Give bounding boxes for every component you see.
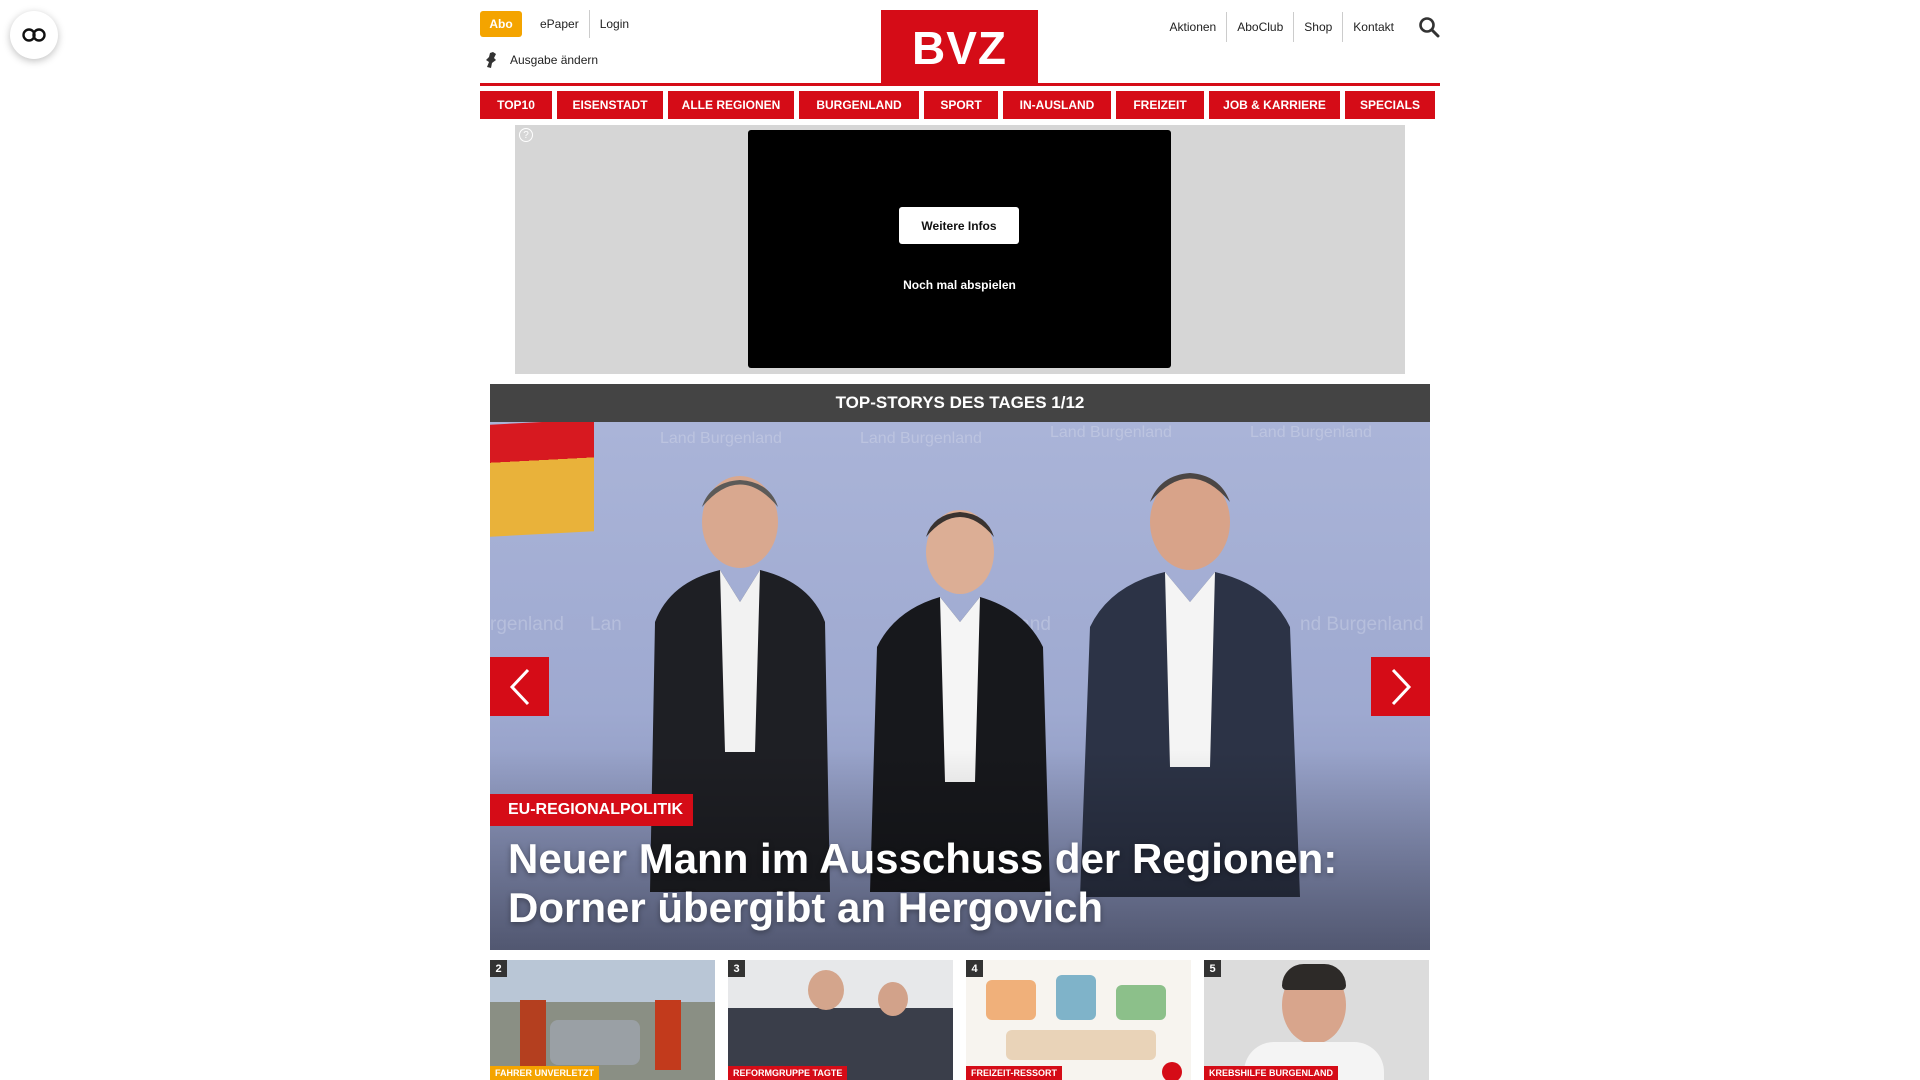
hero-category-tag[interactable]: EU-REGIONALPOLITIK xyxy=(490,794,694,826)
search-icon[interactable] xyxy=(1418,16,1440,38)
advertisement: ? Weitere Infos Noch mal abspielen xyxy=(515,125,1405,374)
thumbnail-number: 2 xyxy=(490,960,507,977)
austria-map-icon xyxy=(486,52,496,68)
replay-button[interactable]: Noch mal abspielen xyxy=(748,278,1171,292)
backdrop-text: Land Burgenland xyxy=(1050,424,1172,441)
hero-headline[interactable]: Neuer Mann im Ausschuss der Regionen: Do… xyxy=(508,834,1408,932)
thumbnail-tag: REFORMGRUPPE TAGTE xyxy=(728,1066,848,1080)
thumbnail-story-3[interactable]: 3 REFORMGRUPPE TAGTE xyxy=(728,960,953,1080)
nav-item-top10[interactable]: TOP10 xyxy=(480,91,552,119)
top-links-right: Aktionen AboClub Shop Kontakt xyxy=(1160,12,1404,42)
main-navigation: TOP10 EISENSTADT ALLE REGIONEN BURGENLAN… xyxy=(480,91,1440,119)
thumbnail-story-4[interactable]: 4 FREIZEIT-RESSORT xyxy=(966,960,1191,1080)
illustration-image xyxy=(1006,1030,1156,1060)
top-links-left: ePaper Login xyxy=(530,10,639,38)
carousel-prev-button[interactable] xyxy=(490,657,549,716)
backdrop-text: nd Burgenland xyxy=(1300,614,1424,635)
person-image xyxy=(808,970,844,1010)
backdrop-text: rgenland xyxy=(490,614,564,635)
thumbnail-story-2[interactable]: 2 FAHRER UNVERLETZT xyxy=(490,960,715,1080)
illustration-image xyxy=(1116,985,1166,1020)
illustration-image xyxy=(986,980,1036,1020)
chevron-left-icon xyxy=(509,668,529,705)
site-header: Abo ePaper Login Ausgabe ändern BVZ Akti… xyxy=(480,0,1440,86)
nav-item-in-ausland[interactable]: IN-AUSLAND xyxy=(1003,91,1111,119)
hero-story[interactable]: Land Burgenland Land Burgenland Land Bur… xyxy=(490,422,1430,950)
backdrop-text: Land Burgenland xyxy=(1250,424,1372,441)
shop-link[interactable]: Shop xyxy=(1293,12,1342,42)
accessibility-icon xyxy=(22,28,46,42)
page-container: Abo ePaper Login Ausgabe ändern BVZ Akti… xyxy=(480,0,1440,1080)
carousel-next-button[interactable] xyxy=(1371,657,1430,716)
backdrop-text: Land Burgenland xyxy=(860,430,982,447)
illustration-image xyxy=(1056,975,1096,1020)
firefighter-image xyxy=(520,1000,546,1070)
nav-item-eisenstadt[interactable]: EISENSTADT xyxy=(557,91,663,119)
camera-icon xyxy=(1162,1062,1182,1080)
nav-item-alle-regionen[interactable]: ALLE REGIONEN xyxy=(668,91,794,119)
kontakt-link[interactable]: Kontakt xyxy=(1342,12,1404,42)
edition-switch[interactable]: Ausgabe ändern xyxy=(484,51,598,69)
thumbnail-tag: FREIZEIT-RESSORT xyxy=(966,1066,1063,1080)
top-stories-header: TOP-STORYS DES TAGES 1/12 xyxy=(490,384,1430,422)
nav-item-sport[interactable]: SPORT xyxy=(924,91,998,119)
epaper-link[interactable]: ePaper xyxy=(530,10,589,38)
backdrop-text: Land Burgenland xyxy=(660,430,782,447)
backdrop-text: Lan xyxy=(590,614,622,635)
nav-item-freizeit[interactable]: FREIZEIT xyxy=(1116,91,1204,119)
aktionen-link[interactable]: Aktionen xyxy=(1160,12,1227,42)
accessibility-button[interactable] xyxy=(10,11,58,59)
thumbnail-number: 3 xyxy=(728,960,745,977)
thumbnail-story-5[interactable]: 5 KREBSHILFE BURGENLAND xyxy=(1204,960,1429,1080)
nav-item-job-karriere[interactable]: JOB & KARRIERE xyxy=(1209,91,1340,119)
more-info-button[interactable]: Weitere Infos xyxy=(899,207,1019,244)
burgenland-flag-image xyxy=(490,422,594,537)
edition-switch-label: Ausgabe ändern xyxy=(510,53,599,67)
aboclub-link[interactable]: AboClub xyxy=(1226,12,1293,42)
car-wreck-image xyxy=(550,1020,640,1065)
thumbnail-number: 4 xyxy=(966,960,983,977)
chevron-right-icon xyxy=(1391,668,1411,705)
thumbnail-tag: KREBSHILFE BURGENLAND xyxy=(1204,1066,1339,1080)
ad-video-player[interactable]: Weitere Infos Noch mal abspielen xyxy=(748,130,1171,368)
bvz-logo[interactable]: BVZ xyxy=(881,10,1038,86)
person-image xyxy=(878,982,908,1016)
abo-button[interactable]: Abo xyxy=(480,11,522,37)
thumbnail-number: 5 xyxy=(1204,960,1221,977)
story-thumbnails: 2 FAHRER UNVERLETZT 3 REFORMGRUPPE TAGTE… xyxy=(490,960,1430,1080)
portrait-hair xyxy=(1282,964,1346,990)
nav-item-burgenland[interactable]: BURGENLAND xyxy=(799,91,919,119)
login-link[interactable]: Login xyxy=(588,10,639,38)
ad-info-icon[interactable]: ? xyxy=(519,128,533,142)
thumbnail-tag: FAHRER UNVERLETZT xyxy=(490,1066,599,1080)
nav-item-specials[interactable]: SPECIALS xyxy=(1345,91,1435,119)
firefighter-image xyxy=(655,1000,681,1070)
